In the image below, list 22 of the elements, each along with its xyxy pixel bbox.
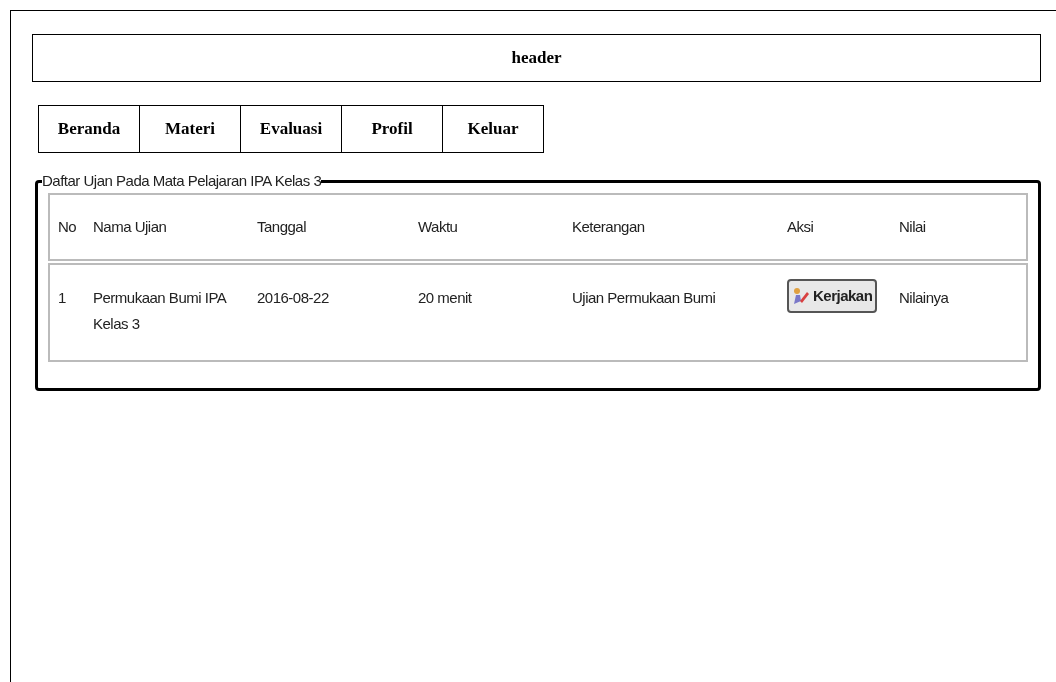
nav-link[interactable]: Beranda (38, 105, 140, 153)
panel-legend: Daftar Ujan Pada Mata Pelajaran IPA Kelas 3 (42, 171, 322, 191)
nav-link[interactable]: Materi (139, 105, 241, 153)
nav-link[interactable]: Keluar (442, 105, 544, 153)
column-header: Nama Ujian (93, 217, 167, 235)
column-header: Nilai (899, 217, 926, 235)
nav-link[interactable]: Evaluasi (240, 105, 342, 153)
column-header: Tanggal (257, 217, 307, 235)
table-cell: 2016-08-22 (257, 289, 329, 306)
column-header: Keterangan (572, 217, 645, 235)
table-cell: 1 (58, 289, 66, 306)
pencil-user-icon (792, 287, 810, 305)
table-cell: 20 menit (418, 289, 472, 306)
column-header: No (58, 217, 77, 235)
kerjakan-button[interactable]: Kerjakan (787, 279, 878, 313)
table-cell: Nilainya (899, 289, 949, 306)
table-cell: Ujian Permukaan Bumi (572, 289, 716, 306)
nav-link[interactable]: Profil (341, 105, 443, 153)
header-title: header (511, 47, 562, 70)
table-cell: Permukaan Bumi IPA Kelas 3 (93, 289, 226, 332)
column-header: Aksi (787, 217, 814, 235)
column-header: Waktu (418, 217, 458, 235)
